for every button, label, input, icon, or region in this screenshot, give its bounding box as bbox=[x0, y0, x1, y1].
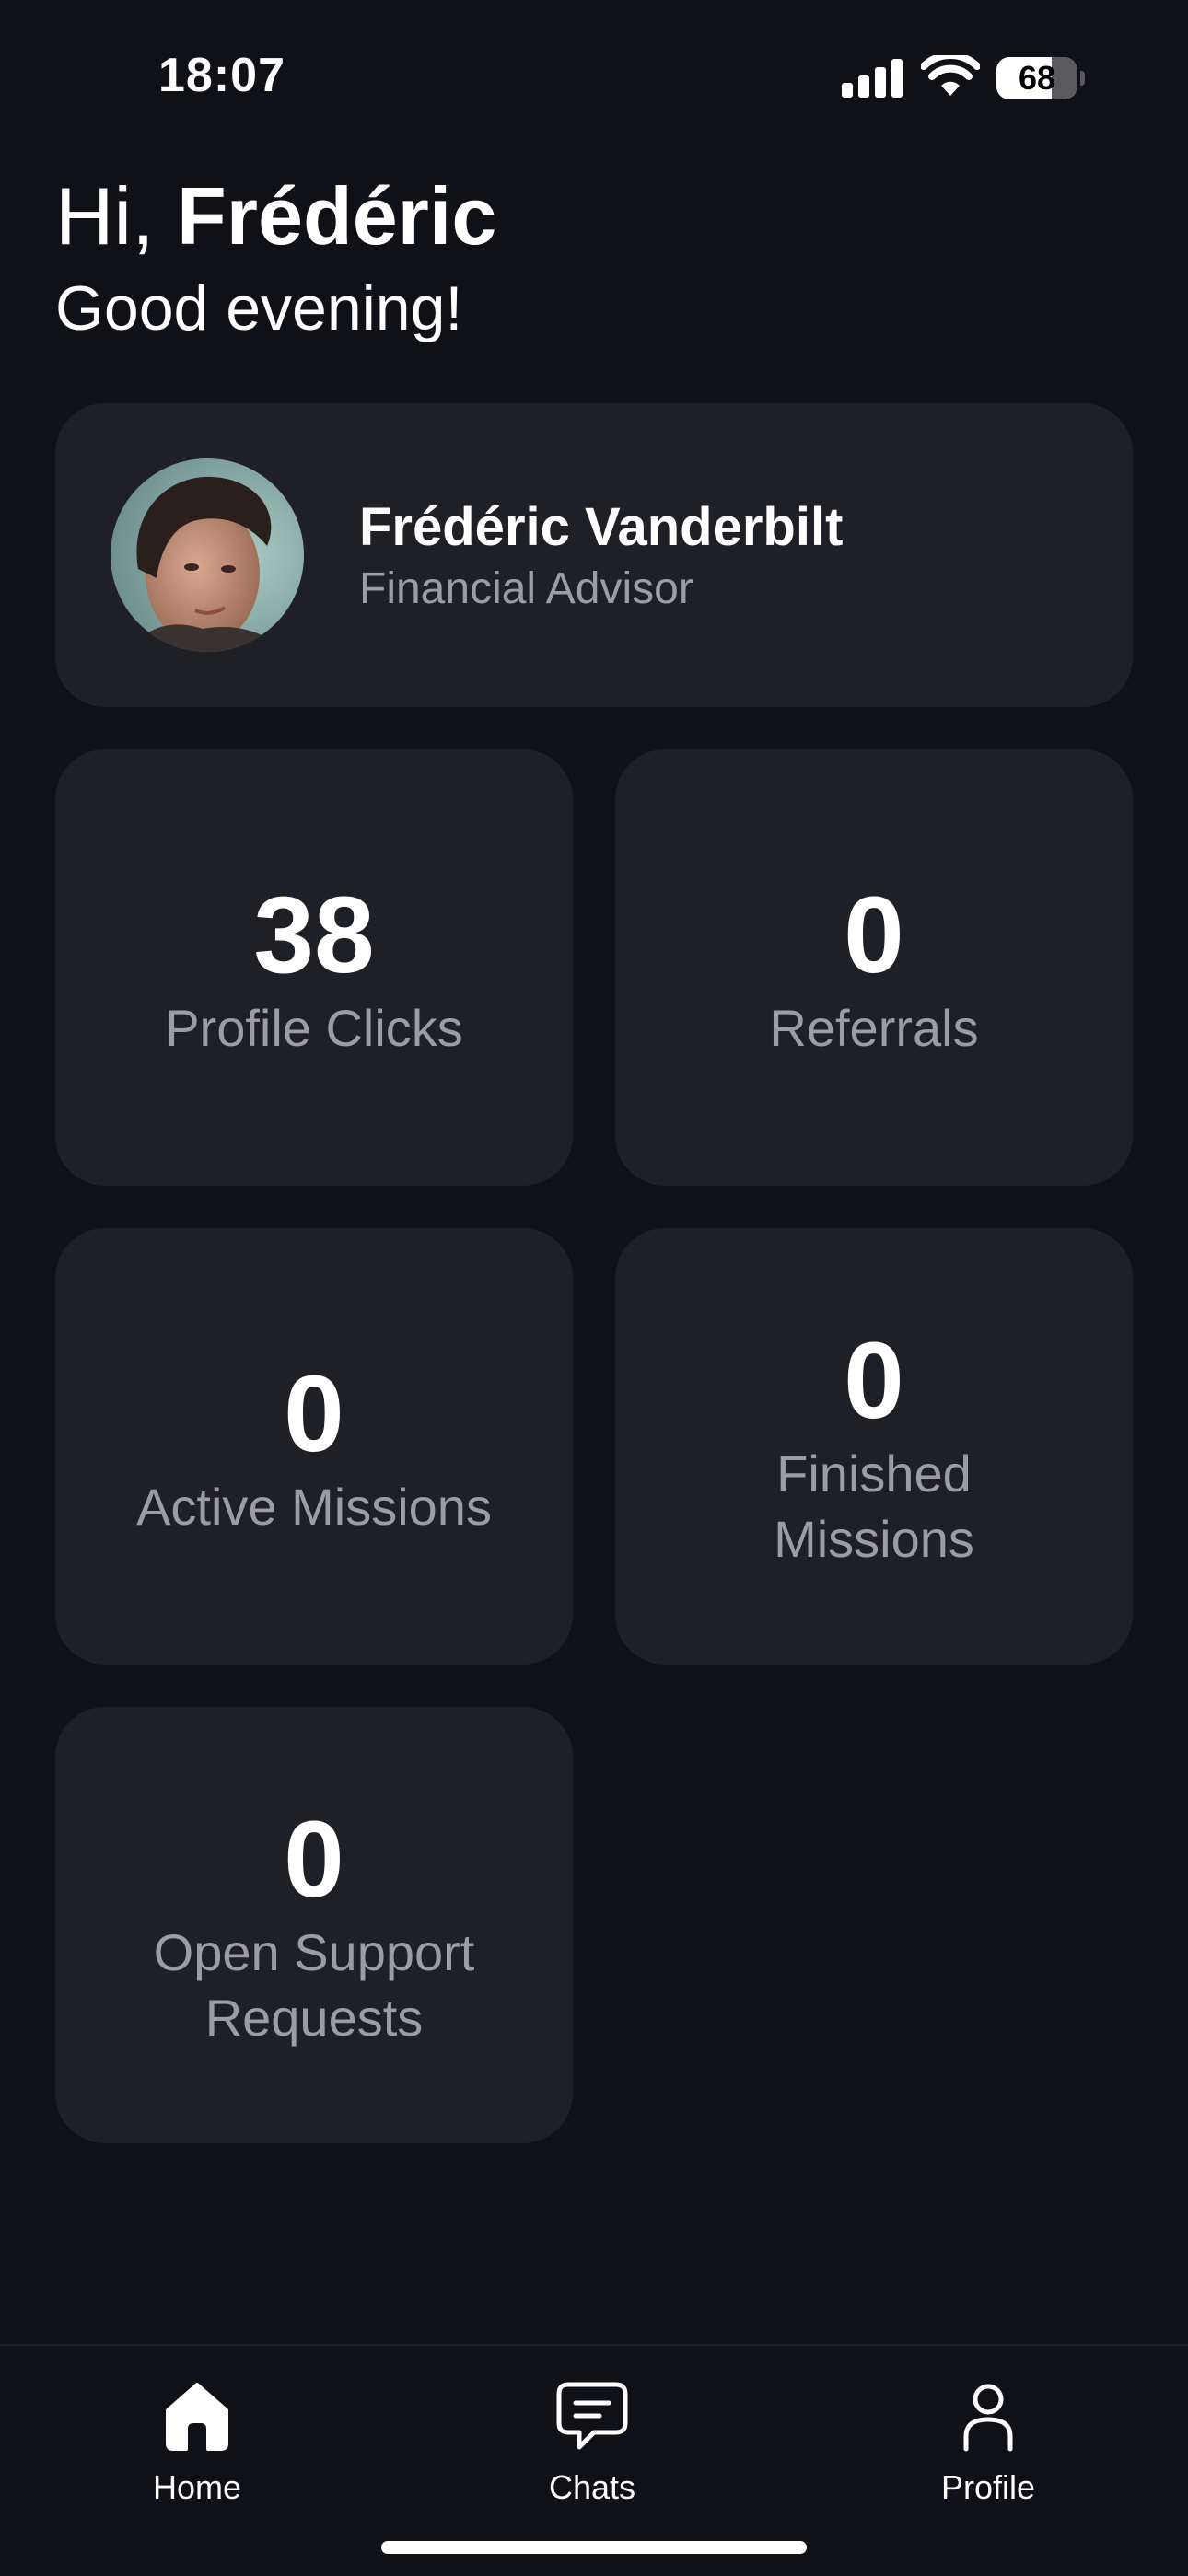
tab-chats[interactable]: Chats bbox=[482, 2364, 703, 2512]
status-time: 18:07 bbox=[158, 49, 285, 102]
stat-label: Referrals bbox=[769, 998, 979, 1057]
greeting-hi: Hi, bbox=[55, 170, 177, 261]
person-icon bbox=[963, 2384, 1013, 2452]
stat-card-open-support-requests[interactable]: 0 Open Support Requests bbox=[55, 1707, 573, 2143]
home-indicator[interactable] bbox=[381, 2541, 807, 2554]
stat-card-referrals[interactable]: 0 Referrals bbox=[615, 749, 1133, 1186]
wifi-icon bbox=[921, 55, 980, 96]
stat-card-finished-missions[interactable]: 0 Finished Missions bbox=[615, 1228, 1133, 1665]
stat-label: Active Missions bbox=[136, 1477, 492, 1536]
profile-card[interactable]: Frédéric Vanderbilt Financial Advisor bbox=[55, 403, 1133, 707]
profile-role: Financial Advisor bbox=[359, 564, 693, 613]
tab-home[interactable]: Home bbox=[87, 2364, 308, 2512]
avatar bbox=[111, 458, 304, 652]
greeting-name: Frédéric bbox=[177, 170, 497, 261]
cellular-signal-icon bbox=[842, 59, 903, 98]
battery-level: 68 bbox=[1018, 59, 1056, 97]
greeting-title: Hi, Frédéric bbox=[55, 166, 496, 267]
stat-card-active-missions[interactable]: 0 Active Missions bbox=[55, 1228, 573, 1665]
tab-label: Profile bbox=[940, 2468, 1036, 2506]
home-icon bbox=[166, 2383, 228, 2451]
battery-icon: 68 bbox=[996, 57, 1085, 99]
tab-profile[interactable]: Profile bbox=[878, 2364, 1099, 2512]
stat-card-profile-clicks[interactable]: 38 Profile Clicks bbox=[55, 749, 573, 1186]
greeting-subtitle: Good evening! bbox=[55, 273, 463, 343]
stat-value: 0 bbox=[844, 874, 904, 996]
stat-value: 0 bbox=[284, 1352, 344, 1475]
stat-label: Open Support Requests bbox=[153, 1923, 475, 2047]
stat-value: 0 bbox=[284, 1799, 344, 1920]
stat-value: 38 bbox=[253, 874, 375, 996]
stat-label: Profile Clicks bbox=[165, 998, 463, 1057]
tab-label: Chats bbox=[548, 2468, 636, 2506]
chat-icon bbox=[556, 2382, 628, 2450]
stat-label: Finished Missions bbox=[774, 1445, 974, 1568]
profile-name: Frédéric Vanderbilt bbox=[359, 497, 844, 557]
status-bar: 18:07 68 bbox=[0, 0, 1188, 157]
tab-label: Home bbox=[152, 2468, 242, 2506]
stat-value: 0 bbox=[844, 1320, 904, 1442]
